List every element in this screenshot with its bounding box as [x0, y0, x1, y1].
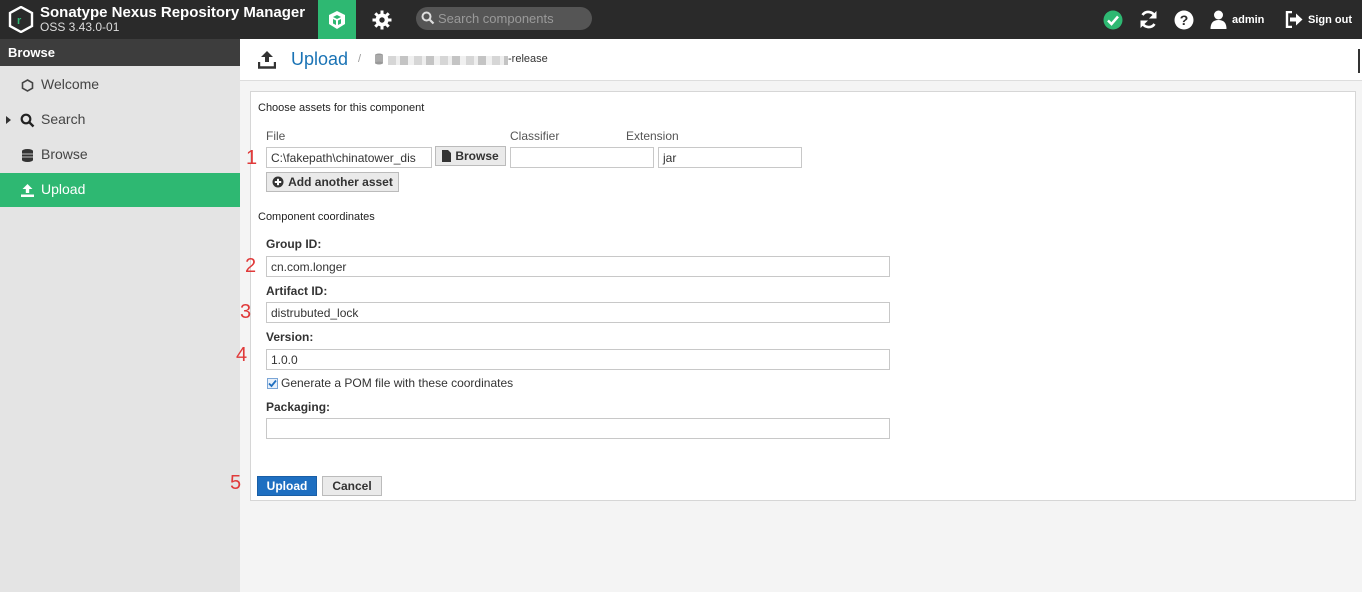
sidebar-item-browse[interactable]: Browse — [0, 138, 240, 172]
refresh-button[interactable] — [1138, 0, 1159, 39]
expand-caret-icon[interactable] — [6, 116, 11, 124]
nexus-logo-icon: r — [8, 6, 34, 33]
system-status-button[interactable] — [1103, 0, 1123, 39]
plus-circle-icon — [272, 176, 284, 188]
classifier-column-label: Classifier — [510, 129, 560, 143]
upload-button-label: Upload — [266, 479, 308, 493]
sign-out-label: Sign out — [1308, 13, 1352, 26]
annotation-marker: 1 — [246, 147, 258, 169]
group-id-label: Group ID: — [266, 237, 322, 251]
cancel-button-label: Cancel — [332, 479, 372, 493]
sidebar-item-welcome[interactable]: Welcome — [0, 68, 240, 102]
user-account-button[interactable]: admin — [1210, 0, 1264, 39]
browse-button-label: Browse — [455, 149, 499, 163]
checkmark-icon — [268, 379, 277, 388]
check-circle-icon — [1103, 10, 1123, 29]
app-title: Sonatype Nexus Repository Manager — [40, 4, 306, 21]
database-icon — [375, 53, 383, 65]
breadcrumb-separator: / — [358, 53, 362, 65]
browse-mode-button[interactable] — [318, 0, 356, 39]
file-icon — [442, 150, 452, 162]
file-path-field[interactable]: C:\fakepath\chinatower_dis — [266, 147, 432, 168]
database-icon — [22, 149, 33, 162]
artifact-id-field[interactable]: distrubuted_lock — [266, 302, 890, 323]
sidebar-item-label: Upload — [41, 181, 86, 197]
group-id-field[interactable]: cn.com.longer — [266, 256, 890, 277]
search-icon — [20, 113, 35, 128]
user-icon — [1210, 10, 1227, 29]
hexagon-icon — [21, 79, 34, 92]
administration-button[interactable] — [364, 0, 400, 39]
file-column-label: File — [266, 129, 286, 143]
extension-column-label: Extension — [626, 129, 679, 143]
version-label: Version: — [266, 330, 314, 344]
classifier-field[interactable] — [510, 147, 654, 168]
svg-text:r: r — [17, 15, 22, 27]
assets-section-title: Choose assets for this component — [258, 102, 425, 114]
packaging-label: Packaging: — [266, 400, 331, 414]
sidebar-item-upload[interactable]: Upload — [0, 173, 240, 207]
app-version: OSS 3.43.0-01 — [40, 20, 120, 34]
annotation-marker: 4 — [236, 344, 248, 366]
sidebar-item-label: Browse — [41, 146, 88, 162]
annotation-marker: 2 — [245, 255, 257, 277]
cube-icon — [329, 10, 345, 29]
sidebar-item-label: Welcome — [41, 76, 100, 92]
svg-text:?: ? — [1180, 12, 1189, 28]
upload-icon — [258, 51, 276, 69]
redacted-repository-name — [388, 56, 508, 65]
search-icon — [421, 11, 435, 25]
cancel-button[interactable]: Cancel — [322, 476, 382, 496]
sign-out-icon — [1285, 11, 1303, 28]
packaging-field[interactable] — [266, 418, 890, 439]
annotation-marker: 5 — [230, 472, 242, 494]
top-header: r Sonatype Nexus Repository Manager OSS … — [0, 0, 1362, 39]
annotation-marker: 3 — [240, 301, 252, 323]
sidebar-item-label: Search — [41, 111, 86, 127]
header-divider — [1358, 49, 1360, 73]
sign-out-button[interactable]: Sign out — [1285, 0, 1352, 39]
generate-pom-label: Generate a POM file with these coordinat… — [281, 376, 514, 390]
sidebar-item-search[interactable]: Search — [0, 103, 240, 137]
page-header: Upload / -release — [240, 39, 1362, 81]
add-another-asset-button[interactable]: Add another asset — [266, 172, 399, 192]
upload-icon — [21, 184, 34, 197]
search-components-box[interactable] — [416, 7, 592, 30]
refresh-icon — [1140, 10, 1157, 29]
artifact-id-label: Artifact ID: — [266, 284, 328, 298]
gear-icon — [372, 10, 392, 29]
upload-button[interactable]: Upload — [257, 476, 317, 496]
sidebar-section-title: Browse — [0, 39, 240, 66]
browse-button[interactable]: Browse — [435, 146, 506, 166]
page-title: Upload — [291, 49, 349, 69]
search-input[interactable] — [438, 10, 586, 27]
breadcrumb-repository[interactable]: -release — [508, 53, 548, 65]
add-asset-label: Add another asset — [288, 175, 393, 189]
generate-pom-checkbox[interactable] — [267, 378, 278, 389]
help-button[interactable]: ? — [1174, 0, 1194, 39]
sidebar: Browse Welcome Search Browse Upload — [0, 39, 240, 592]
coordinates-section-title: Component coordinates — [258, 211, 375, 223]
help-icon: ? — [1174, 10, 1194, 29]
user-label: admin — [1232, 13, 1265, 26]
extension-field[interactable]: jar — [658, 147, 802, 168]
version-field[interactable]: 1.0.0 — [266, 349, 890, 370]
